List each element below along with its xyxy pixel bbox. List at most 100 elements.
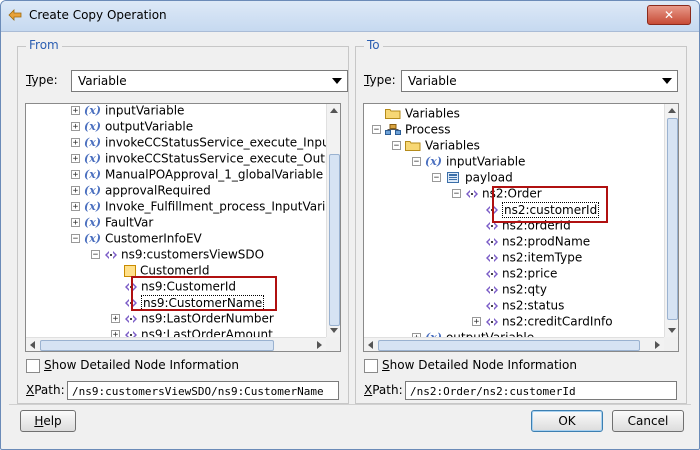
app-icon bbox=[8, 9, 22, 21]
tree-node-invoke-fulfillment-process-inputvariab[interactable]: + (x) Invoke_Fulfillment_process_InputVari… bbox=[71, 198, 326, 214]
tree-node-invokeccstatusservice-execute-inputv[interactable]: + (x) invokeCCStatusService_execute_InputV bbox=[71, 134, 326, 150]
tree-node-label: ns9:LastOrderAmount bbox=[141, 327, 273, 338]
from-xpath-label-rest: Path: bbox=[34, 383, 65, 397]
tree-node-customerinfoev[interactable]: − (x) CustomerInfoEV bbox=[71, 230, 202, 246]
collapse-icon[interactable]: − bbox=[91, 250, 100, 260]
from-xpath-field[interactable]: /ns9:customersViewSDO/ns9:CustomerName bbox=[67, 381, 339, 400]
expand-icon[interactable]: + bbox=[71, 138, 80, 148]
tree-node-label: Variables bbox=[405, 106, 460, 121]
help-mnemonic: H bbox=[34, 414, 44, 428]
from-horizontal-scroll-thumb[interactable] bbox=[40, 340, 274, 351]
collapse-icon[interactable]: − bbox=[372, 125, 381, 135]
tree-node-label: ns9:customersViewSDO bbox=[121, 247, 265, 262]
tree-node-faultvar[interactable]: + (x) FaultVar bbox=[71, 214, 153, 230]
tree-node-invokeccstatusservice-execute-outpu[interactable]: + (x) invokeCCStatusService_execute_Outpu bbox=[71, 150, 326, 166]
tree-node-ns9-customersviewsdo[interactable]: − ns9:customersViewSDO bbox=[91, 246, 264, 262]
to-xpath-field[interactable]: /ns2:Order/ns2:customerId bbox=[405, 381, 677, 400]
tree-node-inputvariable[interactable]: − (x) inputVariable bbox=[412, 153, 525, 169]
button-bar-divider bbox=[9, 404, 691, 405]
from-type-label: Type: bbox=[26, 73, 58, 87]
expand-icon[interactable]: + bbox=[111, 330, 120, 337]
to-highlight-box bbox=[492, 186, 608, 223]
x-variable-icon: (x) bbox=[84, 167, 101, 181]
x-variable-icon: (x) bbox=[425, 330, 442, 338]
to-show-detail-label: Show Detailed Node Information bbox=[382, 358, 577, 372]
from-show-detail-mnemonic: S bbox=[44, 358, 52, 372]
cancel-button[interactable]: Cancel bbox=[612, 410, 684, 432]
expand-icon[interactable]: + bbox=[71, 170, 80, 180]
from-xpath-label: XPath: bbox=[26, 383, 65, 397]
tree-node-label: inputVariable bbox=[104, 104, 185, 118]
expand-icon[interactable]: + bbox=[71, 218, 80, 228]
window-title: Create Copy Operation bbox=[29, 8, 167, 22]
tree-node-ns2-creditcardinfo[interactable]: + ns2:creditCardInfo bbox=[472, 313, 613, 329]
from-show-detail-checkbox[interactable] bbox=[26, 359, 40, 373]
scroll-right-icon[interactable] bbox=[317, 341, 322, 349]
to-vertical-scrollbar[interactable] bbox=[664, 104, 678, 337]
tree-node-payload[interactable]: − payload bbox=[432, 169, 513, 185]
from-tree[interactable]: + (x) inputVariable + (x) outputVariable + (x) i… bbox=[25, 103, 341, 352]
expand-icon[interactable]: + bbox=[71, 202, 80, 212]
tree-node-ns2-price[interactable]: ns2:price bbox=[472, 265, 557, 281]
tree-node-label: inputVariable bbox=[445, 154, 526, 169]
x-variable-icon: (x) bbox=[84, 183, 101, 197]
scroll-up-icon[interactable] bbox=[668, 108, 676, 113]
expand-icon[interactable]: + bbox=[71, 122, 80, 132]
tree-node-ns2-itemtype[interactable]: ns2:itemType bbox=[472, 249, 582, 265]
collapse-icon[interactable]: − bbox=[432, 173, 441, 183]
tree-node-label: Variables bbox=[425, 138, 480, 153]
to-show-detail-mnemonic: S bbox=[382, 358, 390, 372]
from-type-select[interactable]: Variable bbox=[71, 70, 348, 92]
to-tree[interactable]: Variables − Process − Variables − (x) inputVari… bbox=[363, 103, 679, 352]
title-bar[interactable]: Create Copy Operation ✕ bbox=[1, 1, 699, 32]
to-group: To Type: Variable Variables − Process − Vari… bbox=[355, 38, 687, 404]
expand-icon[interactable]: + bbox=[111, 314, 120, 324]
to-horizontal-scroll-thumb[interactable] bbox=[378, 340, 640, 351]
to-horizontal-scrollbar[interactable] bbox=[364, 337, 664, 351]
tree-node-outputvariable[interactable]: +(x)outputVariable bbox=[412, 329, 534, 337]
tree-node-variables[interactable]: Variables bbox=[372, 105, 460, 121]
close-button[interactable]: ✕ bbox=[647, 5, 691, 25]
tree-node-approvalrequired[interactable]: + (x) approvalRequired bbox=[71, 182, 211, 198]
from-highlight-box bbox=[131, 276, 277, 311]
dialog-body: From Type: Variable + (x) inputVariable + (x… bbox=[9, 32, 691, 441]
element-icon bbox=[486, 269, 498, 278]
x-variable-icon: (x) bbox=[84, 119, 101, 133]
tree-node-process[interactable]: − Process bbox=[372, 121, 451, 137]
scroll-left-icon[interactable] bbox=[368, 341, 373, 349]
scroll-left-icon[interactable] bbox=[30, 341, 35, 349]
to-type-select[interactable]: Variable bbox=[401, 70, 678, 92]
tree-node-ns9-lastorderamount[interactable]: + ns9:LastOrderAmount bbox=[111, 326, 273, 337]
collapse-icon[interactable]: − bbox=[71, 234, 80, 244]
tree-node-ns2-prodname[interactable]: ns2:prodName bbox=[472, 233, 590, 249]
collapse-icon[interactable]: − bbox=[412, 157, 421, 167]
tree-node-variables[interactable]: − Variables bbox=[392, 137, 480, 153]
expand-icon[interactable]: + bbox=[71, 106, 80, 116]
expand-icon[interactable]: + bbox=[71, 186, 80, 196]
scroll-right-icon[interactable] bbox=[655, 341, 660, 349]
tree-node-ns2-qty[interactable]: ns2:qty bbox=[472, 281, 547, 297]
expand-icon[interactable]: + bbox=[472, 317, 481, 327]
scroll-down-icon[interactable] bbox=[330, 328, 338, 333]
expand-icon[interactable]: + bbox=[71, 154, 80, 164]
tree-node-outputvariable[interactable]: +(x)outputVariable bbox=[71, 118, 193, 134]
ok-button[interactable]: OK bbox=[531, 410, 603, 432]
from-vertical-scrollbar[interactable] bbox=[326, 104, 340, 337]
scroll-up-icon[interactable] bbox=[330, 108, 338, 113]
collapse-icon[interactable]: − bbox=[452, 189, 461, 199]
element-icon bbox=[486, 317, 498, 326]
collapse-icon[interactable]: − bbox=[392, 141, 401, 151]
tree-node-manualpoapproval-1-globalvariable[interactable]: + (x) ManualPOApproval_1_globalVariable bbox=[71, 166, 323, 182]
to-show-detail-checkbox[interactable] bbox=[364, 359, 378, 373]
from-vertical-scroll-thumb[interactable] bbox=[329, 154, 340, 326]
scroll-down-icon[interactable] bbox=[668, 328, 676, 333]
tree-node-label: invokeCCStatusService_execute_InputV bbox=[104, 135, 326, 150]
tree-node-ns2-status[interactable]: ns2:status bbox=[472, 297, 564, 313]
from-legend: From bbox=[26, 38, 62, 52]
to-vertical-scroll-thumb[interactable] bbox=[667, 118, 678, 320]
scroll-corner bbox=[664, 337, 678, 351]
from-horizontal-scrollbar[interactable] bbox=[26, 337, 326, 351]
tree-node-inputvariable[interactable]: + (x) inputVariable bbox=[71, 104, 184, 118]
tree-node-ns9-lastordernumber[interactable]: + ns9:LastOrderNumber bbox=[111, 310, 274, 326]
help-button[interactable]: Help bbox=[20, 410, 76, 432]
